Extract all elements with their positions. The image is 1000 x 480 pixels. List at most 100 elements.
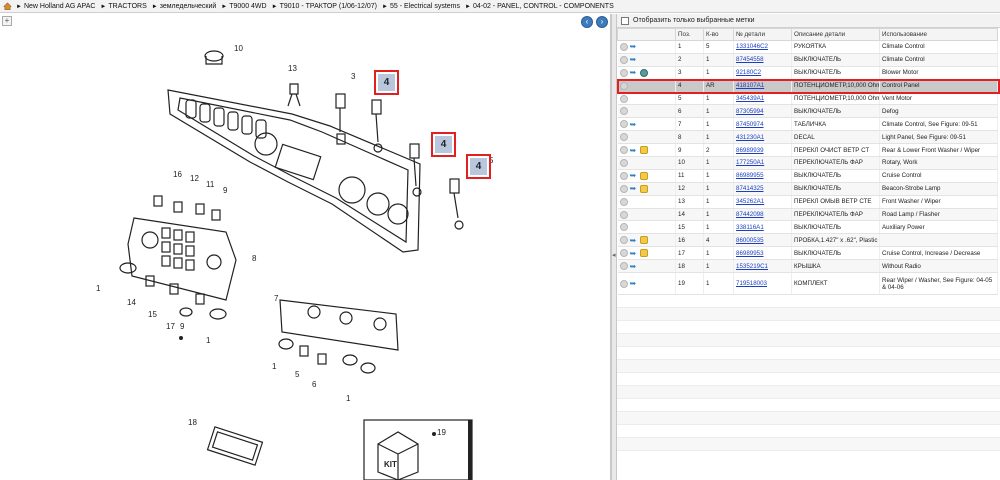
info-icon[interactable] — [619, 42, 628, 51]
table-row[interactable]: ➥ 18 1 1535219C1 КРЫШКА Without Radio — [617, 259, 998, 274]
table-row[interactable]: 8 1 431230A1 DECAL Light Panel, See Figure: … — [617, 130, 998, 145]
link-arrow-icon[interactable]: ➥ — [630, 236, 638, 244]
row-part-number[interactable]: 86000535 — [733, 233, 792, 248]
table-row[interactable]: 10 1 177250A1 ПЕРЕКЛЮЧАТЕЛЬ ФАР Rotary, Work — [617, 156, 998, 170]
table-row[interactable]: ➥ 3 1 92180C2 ВЫКЛЮЧАТЕЛЬ Blower Motor — [617, 66, 998, 80]
part-number-link[interactable]: 87305994 — [736, 108, 764, 115]
link-arrow-icon[interactable]: ➥ — [630, 120, 638, 128]
info-icon[interactable] — [619, 279, 628, 288]
table-row[interactable]: 5 1 345439A1 ПОТЕНЦИОМЕТР,10,000 Ohm Vent Mo… — [617, 92, 998, 106]
row-part-number[interactable]: 418107A1 — [733, 79, 792, 93]
info-icon[interactable] — [619, 68, 628, 77]
callout-number[interactable]: 18 — [188, 418, 197, 427]
table-row[interactable]: 13 1 345262A1 ПЕРЕКЛ ОМЫВ ВЕТР СТЕ Front Was… — [617, 195, 998, 209]
row-part-number[interactable]: 86989955 — [733, 169, 792, 183]
info-icon[interactable] — [619, 107, 628, 116]
part-number-link[interactable]: 431230A1 — [736, 134, 764, 141]
link-arrow-icon[interactable]: ➥ — [630, 249, 638, 257]
callout-number[interactable]: 16 — [173, 170, 182, 179]
callout-number[interactable]: 17 — [166, 322, 175, 331]
part-number-link[interactable]: 86989955 — [736, 172, 764, 179]
info-icon[interactable] — [619, 120, 628, 129]
callout-number[interactable]: 1 — [206, 336, 210, 345]
highlight-label-4b[interactable]: 4 — [435, 136, 452, 153]
part-number-link[interactable]: 1535219C1 — [736, 263, 768, 270]
row-part-number[interactable]: 345439A1 — [733, 92, 792, 106]
table-row[interactable]: ➥ 16 4 86000535 ПРОБКА,1.427" x .62", Plasti… — [617, 233, 998, 248]
breadcrumb-item[interactable]: ► земледельческий — [152, 3, 217, 10]
row-part-number[interactable]: 87450974 — [733, 117, 792, 132]
table-row[interactable]: 6 1 87305994 ВЫКЛЮЧАТЕЛЬ Defog — [617, 104, 998, 119]
info-icon[interactable] — [619, 184, 628, 193]
breadcrumb-item[interactable]: ► T9000 4WD — [221, 3, 266, 10]
breadcrumb-item[interactable]: ► 55 - Electrical systems — [382, 3, 460, 10]
part-number-link[interactable]: 87454558 — [736, 56, 764, 63]
info-icon[interactable] — [619, 55, 628, 64]
callout-number[interactable]: 15 — [148, 310, 157, 319]
table-row[interactable]: 14 1 87442098 ПЕРЕКЛЮЧАТЕЛЬ ФАР Road Lamp / … — [617, 208, 998, 222]
col-usage[interactable]: Использование — [879, 28, 998, 41]
row-part-number[interactable]: 87454558 — [733, 53, 792, 67]
part-number-link[interactable]: 87450974 — [736, 121, 764, 128]
callout-number[interactable]: 10 — [234, 44, 243, 53]
row-part-number[interactable]: 1535219C1 — [733, 259, 792, 274]
link-arrow-icon[interactable]: ➥ — [630, 69, 638, 77]
table-row[interactable]: ➥ 17 1 86989953 ВЫКЛЮЧАТЕЛЬ Cruise Control, I… — [617, 246, 998, 261]
link-arrow-icon[interactable]: ➥ — [630, 262, 638, 270]
table-row[interactable]: ➥ 19 1 719518003 КОМПЛЕКТ Rear Wiper / Washer… — [617, 272, 998, 296]
part-number-link[interactable]: 86000535 — [736, 237, 764, 244]
callout-number[interactable]: 1 — [272, 362, 276, 371]
part-number-link[interactable]: 177250A1 — [736, 159, 764, 166]
link-arrow-icon[interactable]: ➥ — [630, 185, 638, 193]
info-icon[interactable] — [619, 197, 628, 206]
callout-number[interactable]: 11 — [206, 180, 214, 189]
part-number-link[interactable]: 345262A1 — [736, 198, 764, 205]
part-number-link[interactable]: 86989939 — [736, 147, 764, 154]
info-icon[interactable] — [619, 223, 628, 232]
highlight-label-4a[interactable]: 4 — [378, 74, 395, 91]
row-part-number[interactable]: 92180C2 — [733, 66, 792, 80]
camera-icon[interactable] — [639, 68, 648, 77]
col-description[interactable]: Описание детали — [791, 28, 880, 41]
info-icon[interactable] — [619, 94, 628, 103]
home-icon[interactable] — [3, 2, 12, 10]
callout-kit-number[interactable]: 19 — [437, 428, 446, 437]
callout-number[interactable]: 13 — [288, 64, 297, 73]
info-icon[interactable] — [619, 158, 628, 167]
row-part-number[interactable]: 87414325 — [733, 182, 792, 196]
row-part-number[interactable]: 86989953 — [733, 246, 792, 261]
package-icon[interactable] — [639, 249, 648, 258]
highlight-label-4c[interactable]: 4 — [470, 158, 487, 175]
table-row[interactable]: 15 1 338116A1 ВЫКЛЮЧАТЕЛЬ Auxiliary Power — [617, 220, 998, 235]
table-row[interactable]: ➥ 9 2 86989939 ПЕРЕКЛ ОЧИСТ ВЕТР СТ Rear & Lo… — [617, 143, 998, 158]
breadcrumb-item[interactable]: ► New Holland AG APAC — [16, 3, 95, 10]
info-icon[interactable] — [619, 249, 628, 258]
callout-number[interactable]: 3 — [351, 72, 355, 81]
table-row[interactable]: ➥ 12 1 87414325 ВЫКЛЮЧАТЕЛЬ Beacon-Strobe Lam… — [617, 182, 998, 196]
link-arrow-icon[interactable]: ➥ — [630, 146, 638, 154]
callout-number[interactable]: 1 — [96, 284, 100, 293]
callout-number[interactable]: 1 — [346, 394, 350, 403]
info-icon[interactable] — [619, 81, 628, 90]
table-row[interactable]: ➥ 7 1 87450974 ТАБЛИЧКА Climate Control, See … — [617, 117, 998, 132]
table-row[interactable]: ➥ 11 1 86989955 ВЫКЛЮЧАТЕЛЬ Cruise Control — [617, 169, 998, 183]
callout-number[interactable]: 5 — [489, 156, 493, 165]
row-part-number[interactable]: 345262A1 — [733, 195, 792, 209]
row-part-number[interactable]: 431230A1 — [733, 130, 792, 145]
callout-number[interactable]: 12 — [190, 174, 199, 183]
link-arrow-icon[interactable]: ➥ — [630, 56, 638, 64]
part-number-link[interactable]: 1331046C2 — [736, 43, 768, 50]
row-part-number[interactable]: 87305994 — [733, 104, 792, 119]
col-pos[interactable]: Поз. — [675, 28, 704, 41]
callout-number[interactable]: 8 — [252, 254, 256, 263]
row-part-number[interactable]: 338116A1 — [733, 220, 792, 235]
part-number-link[interactable]: 86989953 — [736, 250, 764, 257]
part-number-link[interactable]: 345439A1 — [736, 95, 764, 102]
row-part-number[interactable]: 719518003 — [733, 272, 792, 296]
row-part-number[interactable]: 86989939 — [733, 143, 792, 158]
row-part-number[interactable]: 1331046C2 — [733, 40, 792, 54]
info-icon[interactable] — [619, 262, 628, 271]
callout-number[interactable]: 14 — [127, 298, 136, 307]
part-number-link[interactable]: 418107A1 — [736, 82, 764, 89]
part-number-link[interactable]: 87414325 — [736, 185, 764, 192]
